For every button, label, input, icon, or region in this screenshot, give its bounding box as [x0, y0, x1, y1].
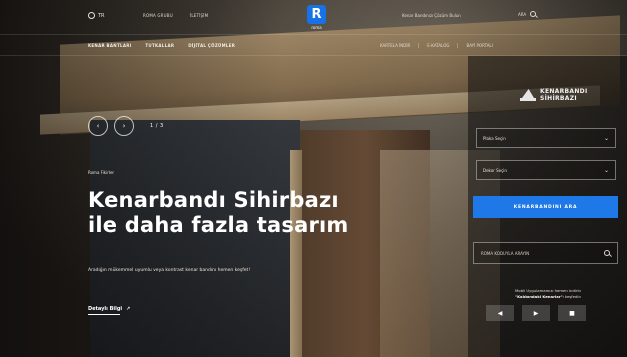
language-label: TR — [98, 12, 105, 19]
nav-item-tutkallar[interactable]: TUTKALLAR — [145, 43, 174, 48]
code-search-input[interactable]: ROMA KODUYLA ARAYIN — [473, 242, 618, 264]
detail-link-label: Detaylı Bilgi — [88, 306, 123, 312]
chevron-right-icon: › — [122, 122, 126, 130]
top-search-button[interactable]: ARA — [518, 11, 537, 17]
nav-item-dijital-cozumler[interactable]: DİJİTAL ÇÖZÜMLER — [188, 43, 235, 48]
top-link-roma-grubu[interactable]: ROMA GRUBU — [143, 13, 173, 18]
stop-icon: ■ — [569, 309, 575, 317]
app-promo-line1: Mobil Uygulamamızı hemen indirin — [515, 288, 581, 293]
search-label: ARA — [518, 11, 527, 17]
chevron-left-icon: ‹ — [96, 122, 100, 130]
external-arrow-icon: ↗ — [126, 306, 131, 312]
media-controls: ◀ ▶ ■ — [486, 305, 586, 321]
nav-item-kenar-bantlari[interactable]: KENAR BANTLARI — [88, 43, 131, 48]
logo-r-icon: R — [307, 5, 326, 24]
search-icon[interactable] — [604, 250, 610, 256]
roma-logo[interactable]: R roma — [306, 5, 327, 30]
wizard-title-line1: KENARBANDI — [540, 88, 588, 95]
rewind-button[interactable]: ◀ — [486, 305, 514, 321]
slider-next-button[interactable]: › — [114, 116, 134, 136]
hero-description: Aradığın mükemmel uyumlu veya kontrast k… — [88, 268, 251, 273]
globe-icon — [88, 12, 95, 19]
hero-headline: Kenarbandı Sihirbazı ile daha fazla tasa… — [88, 188, 349, 238]
logo-wordmark: roma — [311, 25, 322, 30]
wizard-logo: KENARBANDI SİHİRBAZI — [520, 88, 587, 102]
app-promo-bold: "Kalıbındaki Kenarlar" — [515, 294, 563, 299]
slide-counter: 1 / 3 — [150, 123, 164, 129]
play-icon: ▶ — [533, 309, 539, 317]
nav-item-bayi-portali[interactable]: BAYİ PORTALI — [457, 43, 500, 48]
plate-select-value: Plaka Seçin — [483, 135, 506, 141]
main-nav: KENAR BANTLARI TUTKALLAR DİJİTAL ÇÖZÜMLE… — [0, 34, 627, 56]
language-switcher[interactable]: TR — [88, 12, 105, 19]
wizard-hat-icon — [520, 89, 536, 101]
chevron-down-icon: ⌄ — [603, 166, 609, 174]
slider-prev-button[interactable]: ‹ — [88, 116, 108, 136]
play-button[interactable]: ▶ — [522, 305, 550, 321]
stop-button[interactable]: ■ — [558, 305, 586, 321]
app-promo-line2: ı keşfedin — [562, 294, 581, 299]
hero-headline-line1: Kenarbandı Sihirbazı — [88, 188, 339, 212]
search-icon — [530, 11, 537, 17]
detail-link[interactable]: Detaylı Bilgi ↗ — [88, 306, 131, 315]
code-search-placeholder: ROMA KODUYLA ARAYIN — [481, 250, 530, 256]
nav-item-kartela[interactable]: KARTELA İNDİR — [372, 43, 418, 48]
slider-controls: ‹ › 1 / 3 — [88, 116, 164, 136]
hero-eyebrow: Roma Fikirler — [88, 170, 115, 175]
decor-select-value: Dekor Seçin — [483, 167, 507, 173]
nav-item-e-katalog[interactable]: E-KATALOG — [418, 43, 457, 48]
plate-select[interactable]: Plaka Seçin ⌄ — [476, 128, 616, 148]
top-bar: TR ROMA GRUBU İLETİŞİM R roma Kenar Band… — [0, 0, 627, 34]
app-promo-note: Mobil Uygulamamızı hemen indirin "Kalıbı… — [478, 288, 618, 300]
rewind-icon: ◀ — [497, 309, 503, 317]
wizard-title-line2: SİHİRBAZI — [540, 95, 577, 102]
wizard-panel: KENARBANDI SİHİRBAZI Plaka Seçin ⌄ Dekor… — [468, 56, 627, 357]
decor-select[interactable]: Dekor Seçin ⌄ — [476, 160, 616, 180]
top-link-iletisim[interactable]: İLETİŞİM — [190, 13, 208, 18]
search-edgeband-button[interactable]: KENARBANDINI ARA — [473, 196, 618, 218]
hero-headline-line2: ile daha fazla tasarım — [88, 213, 349, 237]
chevron-down-icon: ⌄ — [603, 134, 609, 142]
top-link-cozum[interactable]: Kenar Bandınızı Çözüm Bulun — [402, 13, 461, 18]
